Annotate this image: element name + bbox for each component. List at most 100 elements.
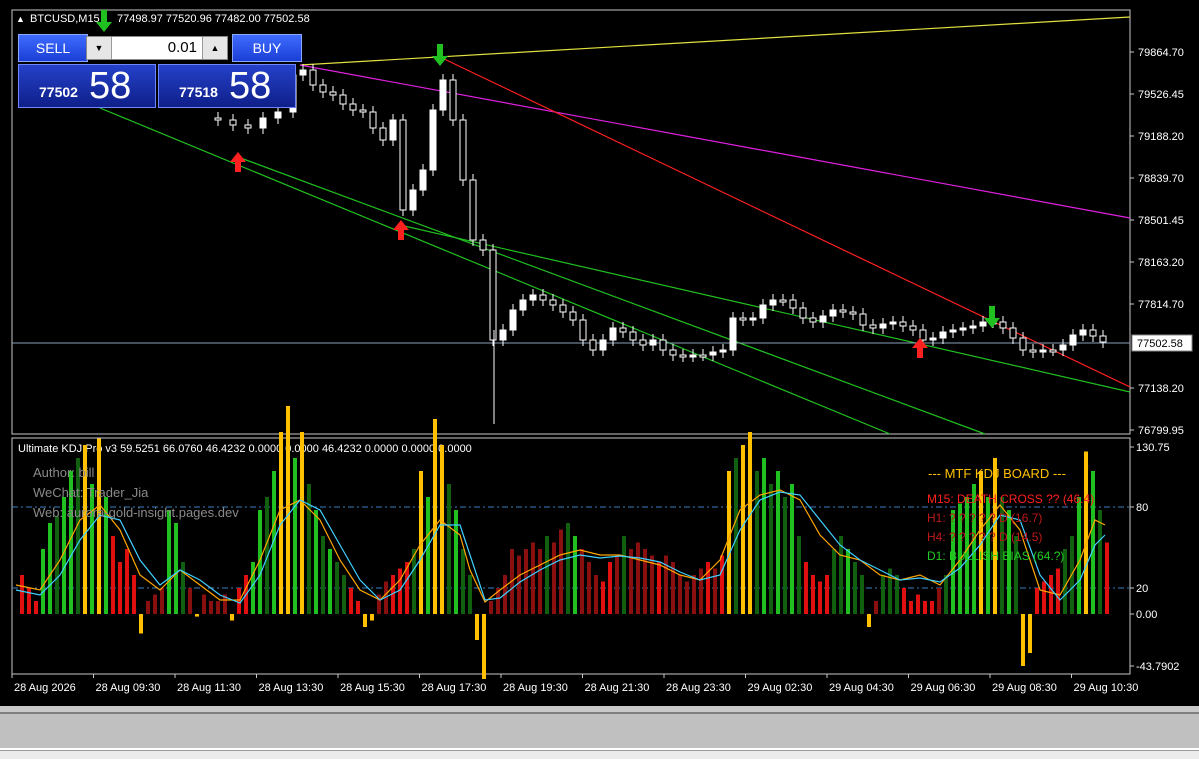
candle-body xyxy=(449,79,457,121)
kdj-histogram-bar xyxy=(629,549,633,614)
kdj-histogram-bar xyxy=(209,601,213,614)
kdj-histogram-bar xyxy=(20,575,24,614)
kdj-histogram-bar xyxy=(580,549,584,614)
time-tick-label: 28 Aug 21:30 xyxy=(585,682,650,694)
kdj-histogram-bar xyxy=(174,523,178,614)
kdj-histogram-bar xyxy=(237,588,241,614)
candle-body xyxy=(379,127,387,141)
kdj-histogram-bar xyxy=(559,529,563,614)
price-axis: 79864.70 79526.45 79188.20 78839.70 78501.45… xyxy=(1130,47,1184,437)
kdj-histogram-bar xyxy=(1056,568,1060,614)
candle-body xyxy=(439,79,447,111)
chart-symbol: BTCUSD,M15 xyxy=(30,13,100,25)
time-tick-label: 28 Aug 15:30 xyxy=(340,682,405,694)
candle-body xyxy=(299,69,307,76)
buy-button[interactable]: BUY xyxy=(232,34,302,62)
kdj-histogram-bar xyxy=(685,581,689,614)
mtf-board-line: H1: ? ? ? ? ? D (16.7) xyxy=(927,511,1042,525)
lot-decrease-icon[interactable]: ▼ xyxy=(87,37,112,59)
kdj-histogram-bar xyxy=(335,562,339,614)
sell-price-main: 77502 xyxy=(39,84,78,100)
kdj-histogram-bar xyxy=(1042,581,1046,614)
candle-body xyxy=(909,325,917,331)
candle-body xyxy=(479,239,487,251)
kdj-histogram-bar xyxy=(755,471,759,614)
kdj-histogram-bar xyxy=(482,614,486,679)
price-tick-label: 77814.70 xyxy=(1138,299,1184,311)
candle-body xyxy=(1019,337,1027,351)
price-tick-label: 79188.20 xyxy=(1138,131,1184,143)
price-tick-label: 76799.95 xyxy=(1138,425,1184,437)
kdj-histogram-bar xyxy=(797,536,801,614)
kdj-histogram-bar xyxy=(202,594,206,614)
kdj-histogram-bar xyxy=(328,549,332,614)
candle-body xyxy=(1039,349,1047,353)
price-tick-label: 78501.45 xyxy=(1138,215,1184,227)
kdj-histogram-bar xyxy=(699,568,703,614)
kdj-histogram-bar xyxy=(139,614,143,634)
candle-body xyxy=(369,111,377,129)
kdj-histogram-bar xyxy=(440,445,444,614)
kdj-histogram-bar xyxy=(720,555,724,614)
mtf-board-line: H4: ? ? ? ? ? D (14.5) xyxy=(927,530,1042,544)
candle-body xyxy=(889,321,897,325)
candle-body xyxy=(359,109,367,113)
candle-body xyxy=(539,294,547,301)
kdj-histogram-bar xyxy=(650,555,654,614)
kdj-histogram-bar xyxy=(342,575,346,614)
candle-body xyxy=(429,109,437,171)
kdj-histogram-bar xyxy=(741,445,745,614)
kdj-histogram-bar xyxy=(601,581,605,614)
terminal-status-band xyxy=(0,712,1199,750)
kdj-histogram-bar xyxy=(748,432,752,614)
kdj-histogram-bar xyxy=(1028,614,1032,653)
sell-button[interactable]: SELL xyxy=(18,34,88,62)
candle-body xyxy=(739,317,747,321)
kdj-histogram-bar xyxy=(349,588,353,614)
candle-body xyxy=(939,331,947,339)
candle-body xyxy=(609,327,617,341)
kdj-histogram-bar xyxy=(370,614,374,621)
buy-price-quote[interactable]: 77518 58 xyxy=(158,64,296,108)
candle-body xyxy=(259,117,267,129)
kdj-histogram-bar xyxy=(90,484,94,614)
kdj-histogram-bar xyxy=(818,581,822,614)
kdj-histogram-bar xyxy=(461,549,465,614)
time-tick-label: 28 Aug 19:30 xyxy=(503,682,568,694)
indicator-tick-label: 130.75 xyxy=(1136,442,1170,454)
candle-body xyxy=(1059,344,1067,351)
candle-body xyxy=(509,309,517,331)
candle-body xyxy=(789,299,797,309)
candle-body xyxy=(1079,329,1087,336)
trendline-yellow xyxy=(299,16,1131,66)
candle-body xyxy=(819,315,827,323)
sell-price-quote[interactable]: 77502 58 xyxy=(18,64,156,108)
kdj-histogram-bar xyxy=(160,588,164,614)
buy-signal-arrow-icon xyxy=(230,152,246,172)
candle-body xyxy=(859,313,867,326)
kdj-histogram-bar xyxy=(867,614,871,627)
sell-price-big: 58 xyxy=(89,65,132,107)
sell-signal-arrow-icon xyxy=(432,44,448,66)
time-tick-label: 29 Aug 10:30 xyxy=(1074,682,1139,694)
kdj-histogram-bar xyxy=(937,588,941,614)
kdj-histogram-bar xyxy=(902,588,906,614)
kdj-histogram-bar xyxy=(615,555,619,614)
kdj-histogram-bar xyxy=(517,555,521,614)
kdj-histogram-bar xyxy=(300,432,304,614)
candle-body xyxy=(1089,329,1097,337)
lot-increase-icon[interactable]: ▲ xyxy=(202,37,227,59)
lot-size-value[interactable]: 0.01 xyxy=(115,37,197,59)
trendline-green-2 xyxy=(237,156,986,435)
candle-body xyxy=(809,317,817,323)
candle-body xyxy=(779,299,787,303)
price-tick-label: 79526.45 xyxy=(1138,89,1184,101)
kdj-histogram-bar xyxy=(811,575,815,614)
kdj-histogram-bar xyxy=(860,575,864,614)
indicator-tick-label: -43.7902 xyxy=(1136,661,1179,673)
lot-size-field[interactable]: ▼ 0.01 ▲ xyxy=(86,36,228,60)
indicator-axis: 130.75 80 20 0.00 -43.7902 xyxy=(1130,442,1179,673)
kdj-histogram-bar xyxy=(181,562,185,614)
candle-body xyxy=(569,311,577,321)
chart-window[interactable]: 79864.70 79526.45 79188.20 78839.70 78501.45… xyxy=(0,0,1199,706)
